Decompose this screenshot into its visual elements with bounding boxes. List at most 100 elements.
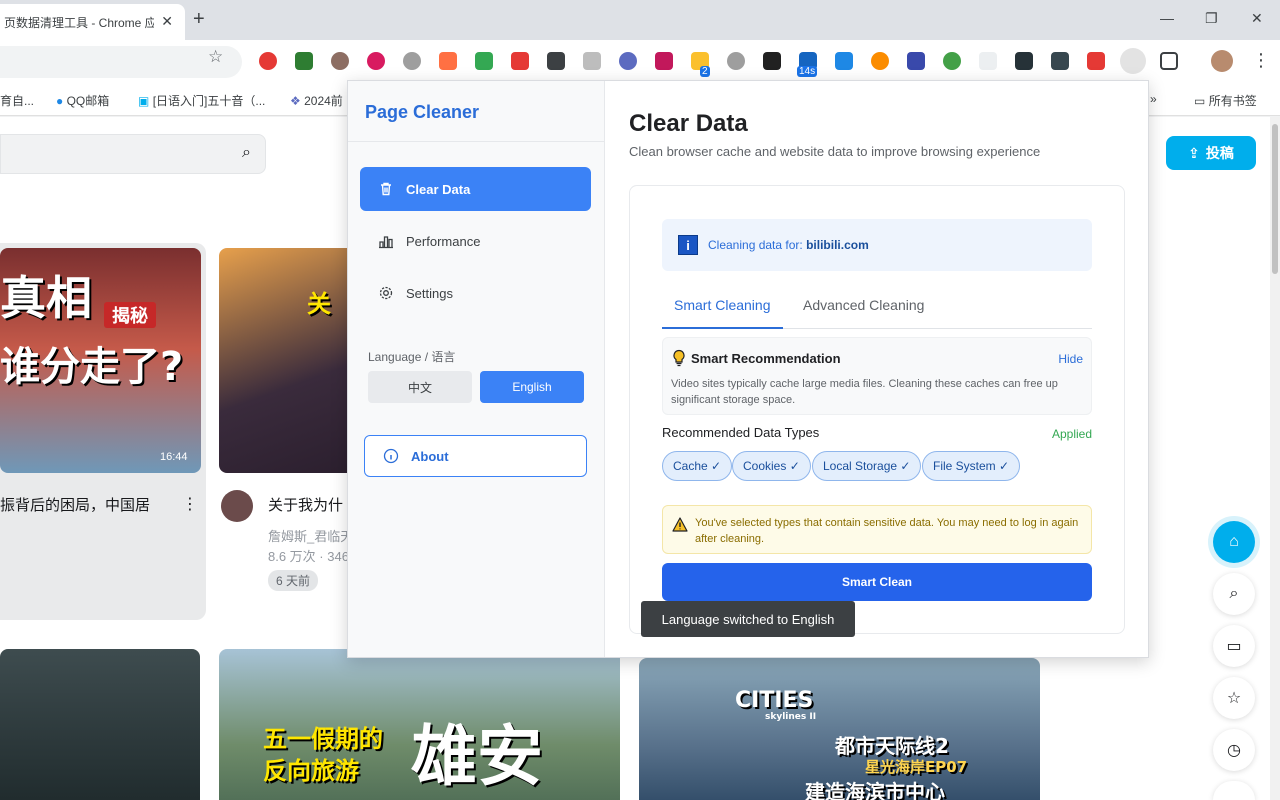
bookmark-label: QQ邮箱 — [66, 94, 110, 108]
nav-clear-data[interactable]: Clear Data — [360, 167, 591, 211]
bookmark-item[interactable]: ❖ 2024前 — [290, 92, 343, 109]
code-extension-icon[interactable] — [727, 52, 745, 70]
cat-face-extension-icon[interactable] — [979, 52, 997, 70]
translate-extension-icon[interactable] — [655, 52, 673, 70]
upload-button[interactable]: ⇪ 投稿 — [1166, 136, 1256, 170]
hide-recommendation-link[interactable]: Hide — [1058, 352, 1083, 366]
data-type-tag-local-storage[interactable]: Local Storage ✓ — [812, 451, 922, 481]
more-icon[interactable]: ⋮ — [182, 494, 198, 514]
clock-icon: ◷ — [1227, 742, 1241, 759]
bookmark-item[interactable]: 育自... — [0, 92, 34, 109]
adblock-extension-icon[interactable] — [259, 52, 277, 70]
sensitive-data-warning: You've selected types that contain sensi… — [662, 505, 1092, 554]
tab-advanced-cleaning[interactable]: Advanced Cleaning — [803, 297, 924, 313]
home-button[interactable]: ⌂ — [1213, 521, 1255, 563]
site-search-input[interactable]: ⌕ — [0, 134, 266, 174]
face-extension-icon[interactable] — [331, 52, 349, 70]
circle-extension-icon[interactable] — [619, 52, 637, 70]
bookmark-item[interactable]: ● QQ邮箱 — [56, 92, 109, 109]
video-thumbnail[interactable]: CITIES skylines II 都市天际线2 星光海岸EP07 建造海滨市… — [639, 658, 1040, 800]
bookmark-label: 所有书签 — [1208, 94, 1257, 108]
thumbnail-text: 建造海滨市中心 — [805, 780, 945, 800]
nav-label: Performance — [406, 233, 481, 249]
bookmark-label: 2024前 — [304, 94, 343, 108]
video-thumbnail[interactable] — [0, 649, 200, 800]
google-drive-extension-icon[interactable] — [475, 52, 493, 70]
extensions-puzzle-icon[interactable] — [1160, 52, 1178, 70]
thumbnail-text: skylines II — [765, 712, 817, 722]
video-thumbnail[interactable]: 真相 揭秘 谁分走了? 16:44 — [0, 248, 201, 473]
youtube-extension-icon[interactable] — [1087, 52, 1105, 70]
video-author[interactable]: 詹姆斯_君临天 — [268, 526, 353, 545]
glasses-extension-icon[interactable] — [763, 52, 781, 70]
page-title: Clear Data — [629, 110, 748, 137]
more-bookmarks-button[interactable]: » — [1150, 92, 1157, 106]
video-thumbnail[interactable]: 五一假期的 反向旅游 雄安 — [219, 649, 620, 800]
gear-extension-icon[interactable] — [403, 52, 421, 70]
bookmark-star-icon[interactable]: ☆ — [208, 47, 223, 67]
video-title[interactable]: 关于我为什 — [268, 494, 343, 515]
close-window-button[interactable]: ✕ — [1251, 10, 1263, 27]
tab-strip: 页数据清理工具 - Chrome 应 ✕ + — ❐ ✕ — [0, 0, 1280, 40]
video-thumbnail[interactable]: 关 — [219, 248, 355, 473]
recommended-types-label: Recommended Data Types — [662, 425, 820, 440]
info-icon — [383, 448, 399, 464]
smart-clean-button[interactable]: Smart Clean — [662, 563, 1092, 601]
bookmark-item[interactable]: ▣ [日语入门]五十音（... — [138, 92, 265, 109]
video-duration: 16:44 — [160, 451, 188, 463]
fe-extension-icon[interactable] — [511, 52, 529, 70]
bookmark-label: [日语入门]五十音（... — [152, 94, 266, 108]
thumbnail-text: 五一假期的 — [263, 725, 383, 753]
vue-extension-icon[interactable] — [295, 52, 313, 70]
video-title[interactable]: 振背后的困局，中国居 — [0, 494, 150, 515]
shield-extension-icon[interactable] — [835, 52, 853, 70]
favorites-button[interactable]: ☆ — [1213, 677, 1255, 719]
data-type-tag-cookies[interactable]: Cookies ✓ — [732, 451, 811, 481]
restore-button[interactable]: ❐ — [1205, 10, 1218, 27]
page-subtitle: Clean browser cache and website data to … — [629, 144, 1041, 159]
puzzle-blue-extension-icon[interactable] — [907, 52, 925, 70]
avatar[interactable] — [221, 490, 253, 522]
new-tab-button[interactable]: + — [193, 9, 205, 29]
recommendation-title: Smart Recommendation — [691, 351, 841, 366]
dark-extension-icon[interactable] — [1015, 52, 1033, 70]
search-icon[interactable]: ⌕ — [242, 144, 251, 162]
language-chinese-button[interactable]: 中文 — [368, 371, 472, 403]
address-bar[interactable] — [0, 46, 242, 78]
all-bookmarks[interactable]: ▭ 所有书签 — [1194, 92, 1257, 109]
data-type-tag-cache[interactable]: Cache ✓ — [662, 451, 733, 481]
domain-text: Cleaning data for: bilibili.com — [708, 238, 869, 252]
search-button[interactable]: ⌕ — [1213, 573, 1255, 615]
ip-extension-icon[interactable] — [583, 52, 601, 70]
bar-chart-icon — [378, 233, 394, 249]
language-english-button[interactable]: English — [480, 371, 584, 403]
thumbnail-text: 反向旅游 — [263, 757, 359, 785]
dots-extension-icon[interactable] — [1051, 52, 1069, 70]
popup-main: Clear Data Clean browser cache and websi… — [605, 81, 1148, 657]
green-extension-icon[interactable] — [943, 52, 961, 70]
about-button[interactable]: About — [364, 435, 587, 477]
pinterest-extension-icon[interactable] — [367, 52, 385, 70]
folder-icon: ❖ — [290, 94, 301, 108]
browser-tab[interactable]: 页数据清理工具 - Chrome 应 ✕ — [0, 4, 185, 40]
nav-settings[interactable]: Settings — [360, 271, 591, 315]
orange-circle-extension-icon[interactable] — [871, 52, 889, 70]
history-button[interactable]: ◷ — [1213, 729, 1255, 771]
orange-extension-icon[interactable] — [439, 52, 457, 70]
nav-performance[interactable]: Performance — [360, 219, 591, 263]
thumbnail-badge: 揭秘 — [104, 302, 156, 328]
minimize-button[interactable]: — — [1160, 10, 1174, 26]
scrollbar-thumb[interactable] — [1272, 124, 1278, 274]
tv-button[interactable]: ▭ — [1213, 625, 1255, 667]
applied-status: Applied — [1051, 427, 1092, 441]
trash-icon — [378, 181, 394, 197]
profile-avatar[interactable] — [1211, 50, 1233, 72]
close-icon[interactable]: ✕ — [161, 13, 173, 30]
data-type-tag-file-system[interactable]: File System ✓ — [922, 451, 1021, 481]
tab-smart-cleaning[interactable]: Smart Cleaning — [674, 297, 771, 313]
nav-label: Clear Data — [406, 181, 471, 197]
cleaning-tabs: Smart Cleaning Advanced Cleaning — [662, 287, 1092, 329]
page-cleaner-extension-icon[interactable] — [1120, 48, 1146, 74]
cat-extension-icon[interactable] — [547, 52, 565, 70]
chrome-menu-icon[interactable]: ⋮ — [1252, 50, 1270, 71]
